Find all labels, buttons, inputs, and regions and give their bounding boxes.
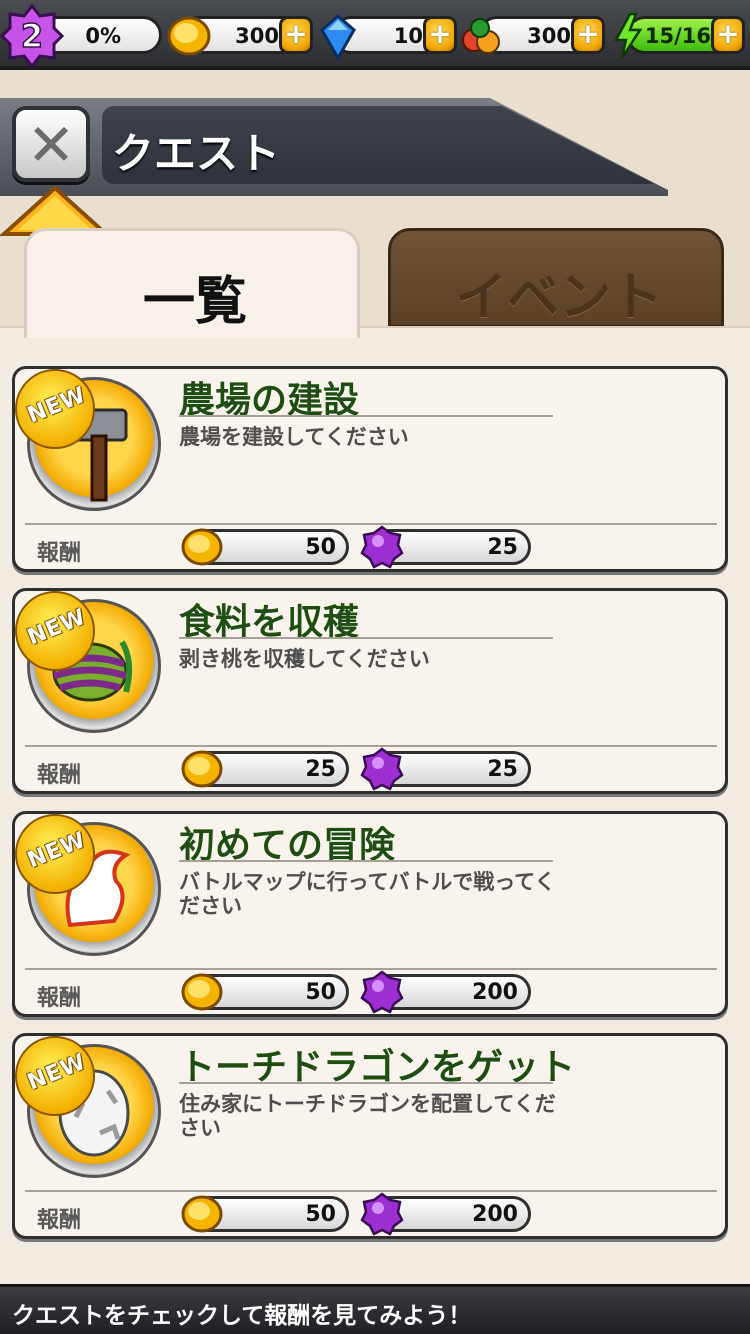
- divider: [179, 415, 553, 417]
- quest-description: バトルマップに行ってバトルで戦ってください: [179, 870, 556, 918]
- gem-reward: 200: [360, 970, 531, 1014]
- gem-reward-value: 200: [472, 1202, 518, 1227]
- coin-reward: 25: [181, 750, 349, 788]
- purple-gem-icon: [360, 970, 404, 1014]
- add-gems-button[interactable]: +: [423, 16, 457, 54]
- divider: [179, 637, 553, 639]
- coin-reward-value: 50: [305, 535, 336, 560]
- level-number: 2: [21, 17, 43, 55]
- purple-gem-icon: [360, 747, 404, 791]
- coin-reward: 50: [181, 1195, 349, 1233]
- add-coins-button[interactable]: +: [279, 16, 313, 54]
- tab-list[interactable]: 一覧: [24, 228, 360, 338]
- diamond-icon: [320, 14, 356, 60]
- quest-card[interactable]: NEW トーチドラゴンをゲット 住み家にトーチドラゴンを配置してください 報酬 …: [12, 1033, 728, 1239]
- tip-text: クエストをチェックして報酬を見てみよう！: [12, 1303, 472, 1329]
- coin-icon: [167, 16, 211, 56]
- coin-icon: [181, 973, 223, 1011]
- new-badge: NEW: [15, 591, 95, 671]
- page-title: クエスト: [112, 129, 281, 178]
- coin-reward: 50: [181, 528, 349, 566]
- coin-reward-value: 50: [305, 980, 336, 1005]
- coins-value: 300: [235, 24, 279, 48]
- coin-icon: [181, 1195, 223, 1233]
- quest-card[interactable]: NEW 農場の建設 農場を建設してください 報酬 50 25: [12, 366, 728, 572]
- tab-list-label: 一覧: [142, 272, 247, 332]
- quest-list: NEW 農場の建設 農場を建設してください 報酬 50 25 NEW 食料を収穫…: [0, 326, 750, 1284]
- reward-label: 報酬: [37, 986, 82, 1011]
- gems-value: 10: [393, 24, 423, 48]
- quest-description: 剥き桃を収穫してください: [179, 647, 430, 671]
- close-x-icon: ✕: [26, 111, 76, 179]
- divider: [179, 860, 553, 862]
- coin-icon: [181, 750, 223, 788]
- food-value: 300: [527, 24, 571, 48]
- coin-reward: 50: [181, 973, 349, 1011]
- divider: [179, 1082, 553, 1084]
- coin-icon: [181, 528, 223, 566]
- gem-reward-value: 200: [472, 980, 518, 1005]
- new-badge: NEW: [15, 369, 95, 449]
- purple-gem-icon: [360, 1192, 404, 1236]
- reward-label: 報酬: [37, 541, 82, 566]
- quest-card[interactable]: NEW 初めての冒険 バトルマップに行ってバトルで戦ってください 報酬 50 2…: [12, 811, 728, 1017]
- new-badge: NEW: [15, 1036, 95, 1116]
- new-badge: NEW: [15, 814, 95, 894]
- quest-description: 農場を建設してください: [179, 425, 409, 449]
- gem-reward-value: 25: [487, 535, 518, 560]
- resource-bar: 0% 2 300 + 10 + 300 + 15/16 +: [0, 0, 750, 70]
- coin-reward-value: 25: [305, 757, 336, 782]
- purple-gem-icon: [360, 525, 404, 569]
- gem-reward-value: 25: [487, 757, 518, 782]
- tab-event-label: イベント: [454, 268, 663, 328]
- quest-description: 住み家にトーチドラゴンを配置してください: [179, 1092, 556, 1140]
- gem-reward: 25: [360, 525, 531, 569]
- lightning-icon: [613, 12, 643, 59]
- tab-event[interactable]: イベント: [388, 228, 724, 328]
- add-food-button[interactable]: +: [571, 16, 605, 54]
- tip-bar: クエストをチェックして報酬を見てみよう！: [0, 1284, 750, 1334]
- add-energy-button[interactable]: +: [711, 16, 745, 54]
- close-button[interactable]: ✕: [12, 106, 90, 182]
- level-star-icon: 2: [0, 4, 64, 68]
- gem-reward: 200: [360, 1192, 531, 1236]
- reward-label: 報酬: [37, 1208, 82, 1233]
- reward-label: 報酬: [37, 763, 82, 788]
- food-icon: [462, 18, 500, 54]
- energy-value: 15/16: [644, 24, 711, 48]
- quest-card[interactable]: NEW 食料を収穫 剥き桃を収穫してください 報酬 25 25: [12, 588, 728, 794]
- coin-reward-value: 50: [305, 1202, 336, 1227]
- level-progress-value: 0%: [85, 24, 121, 48]
- gem-reward: 25: [360, 747, 531, 791]
